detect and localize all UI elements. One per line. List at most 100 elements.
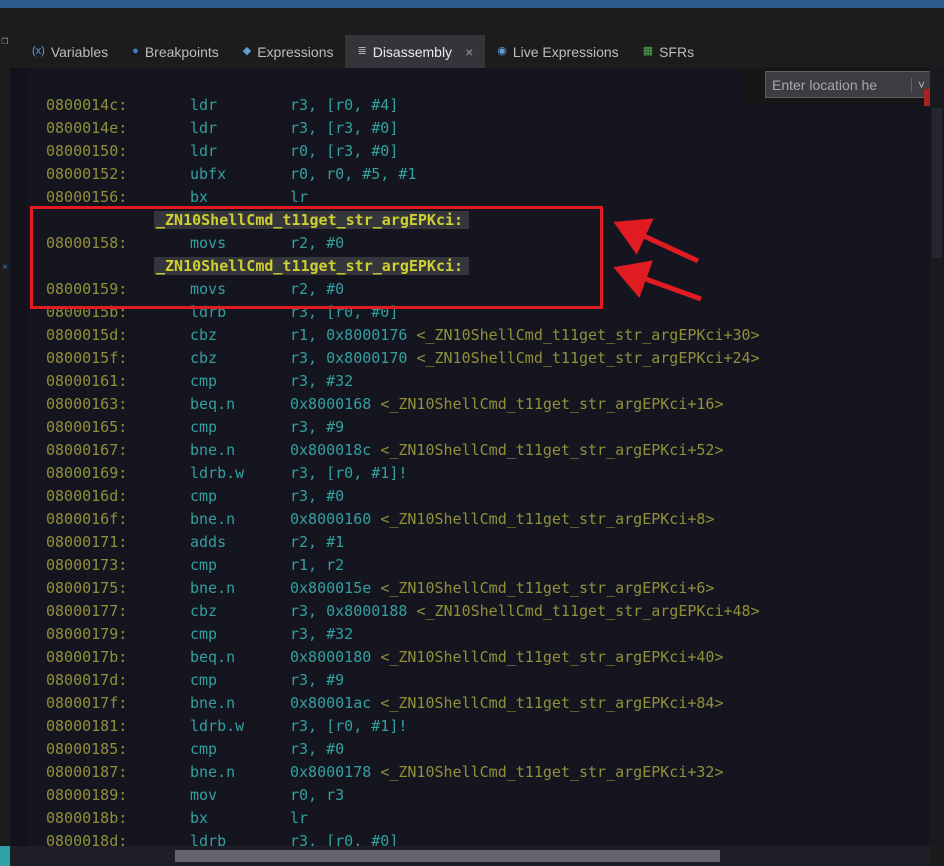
asm-row[interactable]: 0800018b:bxlr bbox=[10, 807, 930, 830]
asm-mnemonic: beq.n bbox=[190, 393, 290, 416]
asm-symbol-ref: <_ZN10ShellCmd_t11get_str_argEPKci+24> bbox=[416, 349, 759, 367]
asm-row[interactable]: 08000163:beq.n0x8000168 <_ZN10ShellCmd_t… bbox=[10, 393, 930, 416]
asm-address: 08000177: bbox=[46, 600, 190, 623]
asm-row[interactable]: 08000181:ldrb.wr3, [r0, #1]! bbox=[10, 715, 930, 738]
asm-row[interactable]: 0800015f:cbzr3, 0x8000170 <_ZN10ShellCmd… bbox=[10, 347, 930, 370]
asm-address: 0800016d: bbox=[46, 485, 190, 508]
tab-bar: (x)Variables●Breakpoints◆Expressions≣Dis… bbox=[20, 35, 706, 68]
asm-mnemonic: ldr bbox=[190, 140, 290, 163]
asm-address: 0800017f: bbox=[46, 692, 190, 715]
asm-row[interactable]: 08000177:cbzr3, 0x8000188 <_ZN10ShellCmd… bbox=[10, 600, 930, 623]
asm-operands: r0, r0, #5, #1 bbox=[290, 165, 416, 183]
asm-row[interactable]: 08000152:ubfxr0, r0, #5, #1 bbox=[10, 163, 930, 186]
asm-operands: r1, 0x8000176 bbox=[290, 326, 416, 344]
asm-mnemonic: cmp bbox=[190, 485, 290, 508]
asm-mnemonic: bne.n bbox=[190, 577, 290, 600]
tab-sfrs[interactable]: ▦ SFRs bbox=[631, 35, 706, 68]
asm-address: 0800017b: bbox=[46, 646, 190, 669]
asm-address: 0800018b: bbox=[46, 807, 190, 830]
asm-address: 08000171: bbox=[46, 531, 190, 554]
asm-row[interactable]: 0800016d:cmpr3, #0 bbox=[10, 485, 930, 508]
minimized-view-icon[interactable]: » bbox=[0, 260, 10, 272]
asm-mnemonic: ubfx bbox=[190, 163, 290, 186]
asm-symbol-ref: <_ZN10ShellCmd_t11get_str_argEPKci+32> bbox=[380, 763, 723, 781]
asm-address: 0800018d: bbox=[46, 830, 190, 846]
asm-row[interactable]: 0800014e:ldrr3, [r3, #0] bbox=[10, 117, 930, 140]
asm-row[interactable]: 08000150:ldrr0, [r3, #0] bbox=[10, 140, 930, 163]
location-combo[interactable]: Enter location he ˅ bbox=[765, 71, 932, 98]
asm-address: 08000167: bbox=[46, 439, 190, 462]
vertical-scrollbar[interactable] bbox=[930, 68, 944, 846]
asm-mnemonic: beq.n bbox=[190, 646, 290, 669]
live-expressions-icon: ◉ bbox=[497, 46, 507, 57]
asm-mnemonic: cmp bbox=[190, 669, 290, 692]
tab-label: SFRs bbox=[659, 44, 694, 60]
asm-operands: r3, #9 bbox=[290, 671, 344, 689]
tab-breakpoints[interactable]: ●Breakpoints bbox=[120, 35, 231, 68]
tab-live-expressions[interactable]: ◉Live Expressions bbox=[485, 35, 630, 68]
asm-operands: 0x800015e bbox=[290, 579, 380, 597]
chevron-down-icon[interactable]: ˅ bbox=[911, 78, 925, 92]
breakpoints-icon: ● bbox=[132, 46, 139, 57]
asm-row[interactable]: 0800018d:ldrbr3, [r0, #0] bbox=[10, 830, 930, 846]
asm-operands: r3, [r0, #4] bbox=[290, 96, 398, 114]
asm-address: 08000189: bbox=[46, 784, 190, 807]
asm-row[interactable]: 0800015d:cbzr1, 0x8000176 <_ZN10ShellCmd… bbox=[10, 324, 930, 347]
asm-operands: r3, [r0, #1]! bbox=[290, 717, 407, 735]
asm-row[interactable]: 08000173:cmpr1, r2 bbox=[10, 554, 930, 577]
asm-row[interactable]: 08000175:bne.n0x800015e <_ZN10ShellCmd_t… bbox=[10, 577, 930, 600]
asm-mnemonic: ldr bbox=[190, 117, 290, 140]
corner-marker bbox=[0, 846, 10, 866]
tab-disassembly[interactable]: ≣Disassembly× bbox=[345, 35, 485, 68]
asm-address: 08000150: bbox=[46, 140, 190, 163]
ide-window: (x)Variables●Breakpoints◆Expressions≣Dis… bbox=[0, 0, 944, 866]
asm-row[interactable]: 08000189:movr0, r3 bbox=[10, 784, 930, 807]
asm-symbol-ref: <_ZN10ShellCmd_t11get_str_argEPKci+8> bbox=[380, 510, 714, 528]
asm-row[interactable]: 08000167:bne.n0x800018c <_ZN10ShellCmd_t… bbox=[10, 439, 930, 462]
window-top-strip bbox=[0, 0, 944, 8]
tab-variables[interactable]: (x)Variables bbox=[20, 35, 120, 68]
asm-row[interactable]: 08000185:cmpr3, #0 bbox=[10, 738, 930, 761]
asm-symbol-ref: <_ZN10ShellCmd_t11get_str_argEPKci+84> bbox=[380, 694, 723, 712]
sfrs-icon: ▦ bbox=[643, 46, 653, 57]
asm-mnemonic: cmp bbox=[190, 554, 290, 577]
vertical-scrollbar-thumb[interactable] bbox=[932, 108, 942, 258]
asm-mnemonic: cmp bbox=[190, 623, 290, 646]
asm-address: 08000165: bbox=[46, 416, 190, 439]
asm-symbol-ref: <_ZN10ShellCmd_t11get_str_argEPKci+16> bbox=[380, 395, 723, 413]
asm-row[interactable]: 0800017d:cmpr3, #9 bbox=[10, 669, 930, 692]
asm-address: 08000161: bbox=[46, 370, 190, 393]
asm-address: 08000173: bbox=[46, 554, 190, 577]
tab-expressions[interactable]: ◆Expressions bbox=[231, 35, 346, 68]
annotation-rectangle bbox=[30, 206, 603, 309]
asm-mnemonic: cmp bbox=[190, 416, 290, 439]
asm-row[interactable]: 0800017b:beq.n0x8000180 <_ZN10ShellCmd_t… bbox=[10, 646, 930, 669]
asm-row[interactable]: 08000165:cmpr3, #9 bbox=[10, 416, 930, 439]
horizontal-scrollbar[interactable] bbox=[10, 846, 930, 866]
asm-mnemonic: bne.n bbox=[190, 439, 290, 462]
asm-address: 08000163: bbox=[46, 393, 190, 416]
horizontal-scrollbar-thumb[interactable] bbox=[175, 850, 720, 862]
view-header: (x)Variables●Breakpoints◆Expressions≣Dis… bbox=[0, 8, 944, 68]
asm-operands: lr bbox=[290, 188, 308, 206]
asm-operands: r2, #1 bbox=[290, 533, 344, 551]
asm-row[interactable]: 08000171:addsr2, #1 bbox=[10, 531, 930, 554]
restore-panel-icon[interactable]: ❒ bbox=[0, 36, 10, 48]
asm-row[interactable]: 0800016f:bne.n0x8000160 <_ZN10ShellCmd_t… bbox=[10, 508, 930, 531]
asm-operands: 0x8000180 bbox=[290, 648, 380, 666]
location-combo-text: Enter location he bbox=[772, 77, 877, 93]
asm-row[interactable]: 08000179:cmpr3, #32 bbox=[10, 623, 930, 646]
asm-operands: r3, #0 bbox=[290, 487, 344, 505]
asm-row[interactable]: 08000161:cmpr3, #32 bbox=[10, 370, 930, 393]
tab-label: Disassembly bbox=[373, 44, 452, 60]
tab-close-icon[interactable]: × bbox=[465, 44, 473, 60]
asm-mnemonic: mov bbox=[190, 784, 290, 807]
asm-address: 0800016f: bbox=[46, 508, 190, 531]
asm-operands: lr bbox=[290, 809, 308, 827]
asm-row[interactable]: 08000187:bne.n0x8000178 <_ZN10ShellCmd_t… bbox=[10, 761, 930, 784]
asm-operands: r3, [r0, #0] bbox=[290, 832, 398, 846]
asm-row[interactable]: 08000169:ldrb.wr3, [r0, #1]! bbox=[10, 462, 930, 485]
asm-row[interactable]: 0800017f:bne.n0x80001ac <_ZN10ShellCmd_t… bbox=[10, 692, 930, 715]
asm-operands: 0x800018c bbox=[290, 441, 380, 459]
asm-operands: r3, #32 bbox=[290, 372, 353, 390]
